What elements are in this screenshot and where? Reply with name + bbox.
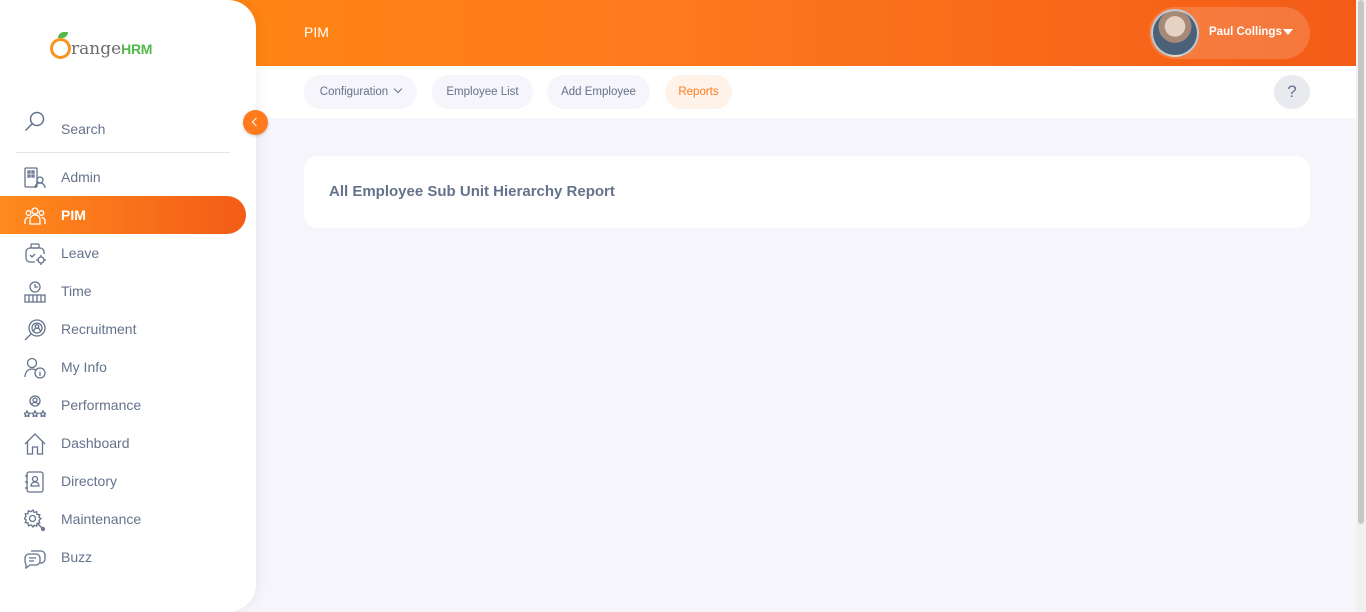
help-button[interactable]: ? — [1274, 75, 1310, 109]
sidebar-item-directory[interactable]: Directory — [0, 462, 246, 500]
sidebar-item-label: Maintenance — [61, 511, 142, 527]
sidebar-item-time[interactable]: Time — [0, 272, 246, 310]
sidebar-item-label: Buzz — [61, 549, 93, 565]
performance-icon — [24, 395, 46, 417]
sidebar-collapse-button[interactable] — [243, 110, 268, 135]
module-title: PIM — [304, 24, 329, 40]
sidebar-item-recruitment[interactable]: Recruitment — [0, 310, 246, 348]
tab-employee-list[interactable]: Employee List — [432, 75, 533, 109]
time-icon — [24, 281, 46, 303]
sidebar-item-label: Directory — [61, 473, 118, 489]
sidebar-item-label: Time — [61, 283, 92, 299]
my-info-icon — [24, 357, 46, 379]
report-title: All Employee Sub Unit Hierarchy Report — [329, 183, 615, 200]
sidebar-item-label: Admin — [61, 169, 101, 185]
sidebar-item-my-info[interactable]: My Info — [0, 348, 246, 386]
admin-icon — [24, 167, 46, 189]
search-icon[interactable] — [24, 111, 46, 133]
user-avatar[interactable] — [1151, 9, 1199, 57]
page-scrollbar[interactable] — [1356, 0, 1366, 612]
tab-configuration-label[interactable]: Configuration — [320, 86, 388, 98]
sidebar-item-label: Leave — [61, 245, 100, 261]
pim-icon — [24, 207, 46, 225]
sidebar-item-leave[interactable]: Leave — [0, 234, 246, 272]
sidebar-item-buzz[interactable]: Buzz — [0, 538, 246, 576]
maintenance-icon — [24, 509, 46, 531]
logo-o-mark — [50, 38, 71, 59]
tab-add-employee-label[interactable]: Add Employee — [561, 86, 636, 98]
user-dropdown[interactable]: Paul Collings — [1149, 7, 1310, 59]
chevron-down-icon[interactable] — [393, 84, 403, 94]
search-label[interactable]: Search — [61, 121, 105, 137]
sidebar-item-maintenance[interactable]: Maintenance — [0, 500, 246, 538]
leave-icon — [25, 243, 46, 265]
sub-navigation: Configuration Employee List Add Employee… — [256, 66, 1356, 118]
sidebar-item-label: My Info — [61, 359, 107, 375]
sidebar-item-label: Recruitment — [61, 321, 137, 337]
logo-text: rangeHRM — [71, 39, 153, 59]
sidebar-search[interactable]: Search — [24, 111, 234, 141]
sidebar-item-admin[interactable]: Admin — [0, 158, 246, 196]
tab-employee-list-label[interactable]: Employee List — [446, 86, 518, 98]
recruitment-icon — [24, 319, 46, 341]
logo-leaf-icon — [58, 32, 68, 38]
sidebar: rangeHRM Search Admin PIM Leave Time Rec… — [0, 0, 256, 612]
tab-configuration[interactable]: Configuration — [304, 75, 417, 109]
dashboard-icon — [24, 433, 46, 455]
sidebar-divider — [16, 152, 230, 153]
sidebar-item-label: Dashboard — [61, 435, 130, 451]
scrollbar-thumb[interactable] — [1358, 0, 1364, 524]
tab-add-employee[interactable]: Add Employee — [547, 75, 650, 109]
sidebar-item-label: Performance — [61, 397, 142, 413]
orangehrm-logo[interactable]: rangeHRM — [50, 32, 180, 64]
buzz-icon — [24, 550, 46, 569]
caret-down-icon[interactable] — [1283, 29, 1293, 35]
user-name[interactable]: Paul Collings — [1209, 26, 1282, 38]
sidebar-item-pim[interactable]: PIM — [0, 196, 246, 234]
tab-reports-label[interactable]: Reports — [678, 86, 718, 98]
tab-reports[interactable]: Reports — [665, 75, 732, 109]
sidebar-item-dashboard[interactable]: Dashboard — [0, 424, 246, 462]
report-card: All Employee Sub Unit Hierarchy Report — [304, 156, 1310, 228]
sidebar-item-performance[interactable]: Performance — [0, 386, 246, 424]
directory-icon — [25, 471, 44, 493]
sidebar-item-label: PIM — [61, 207, 86, 223]
